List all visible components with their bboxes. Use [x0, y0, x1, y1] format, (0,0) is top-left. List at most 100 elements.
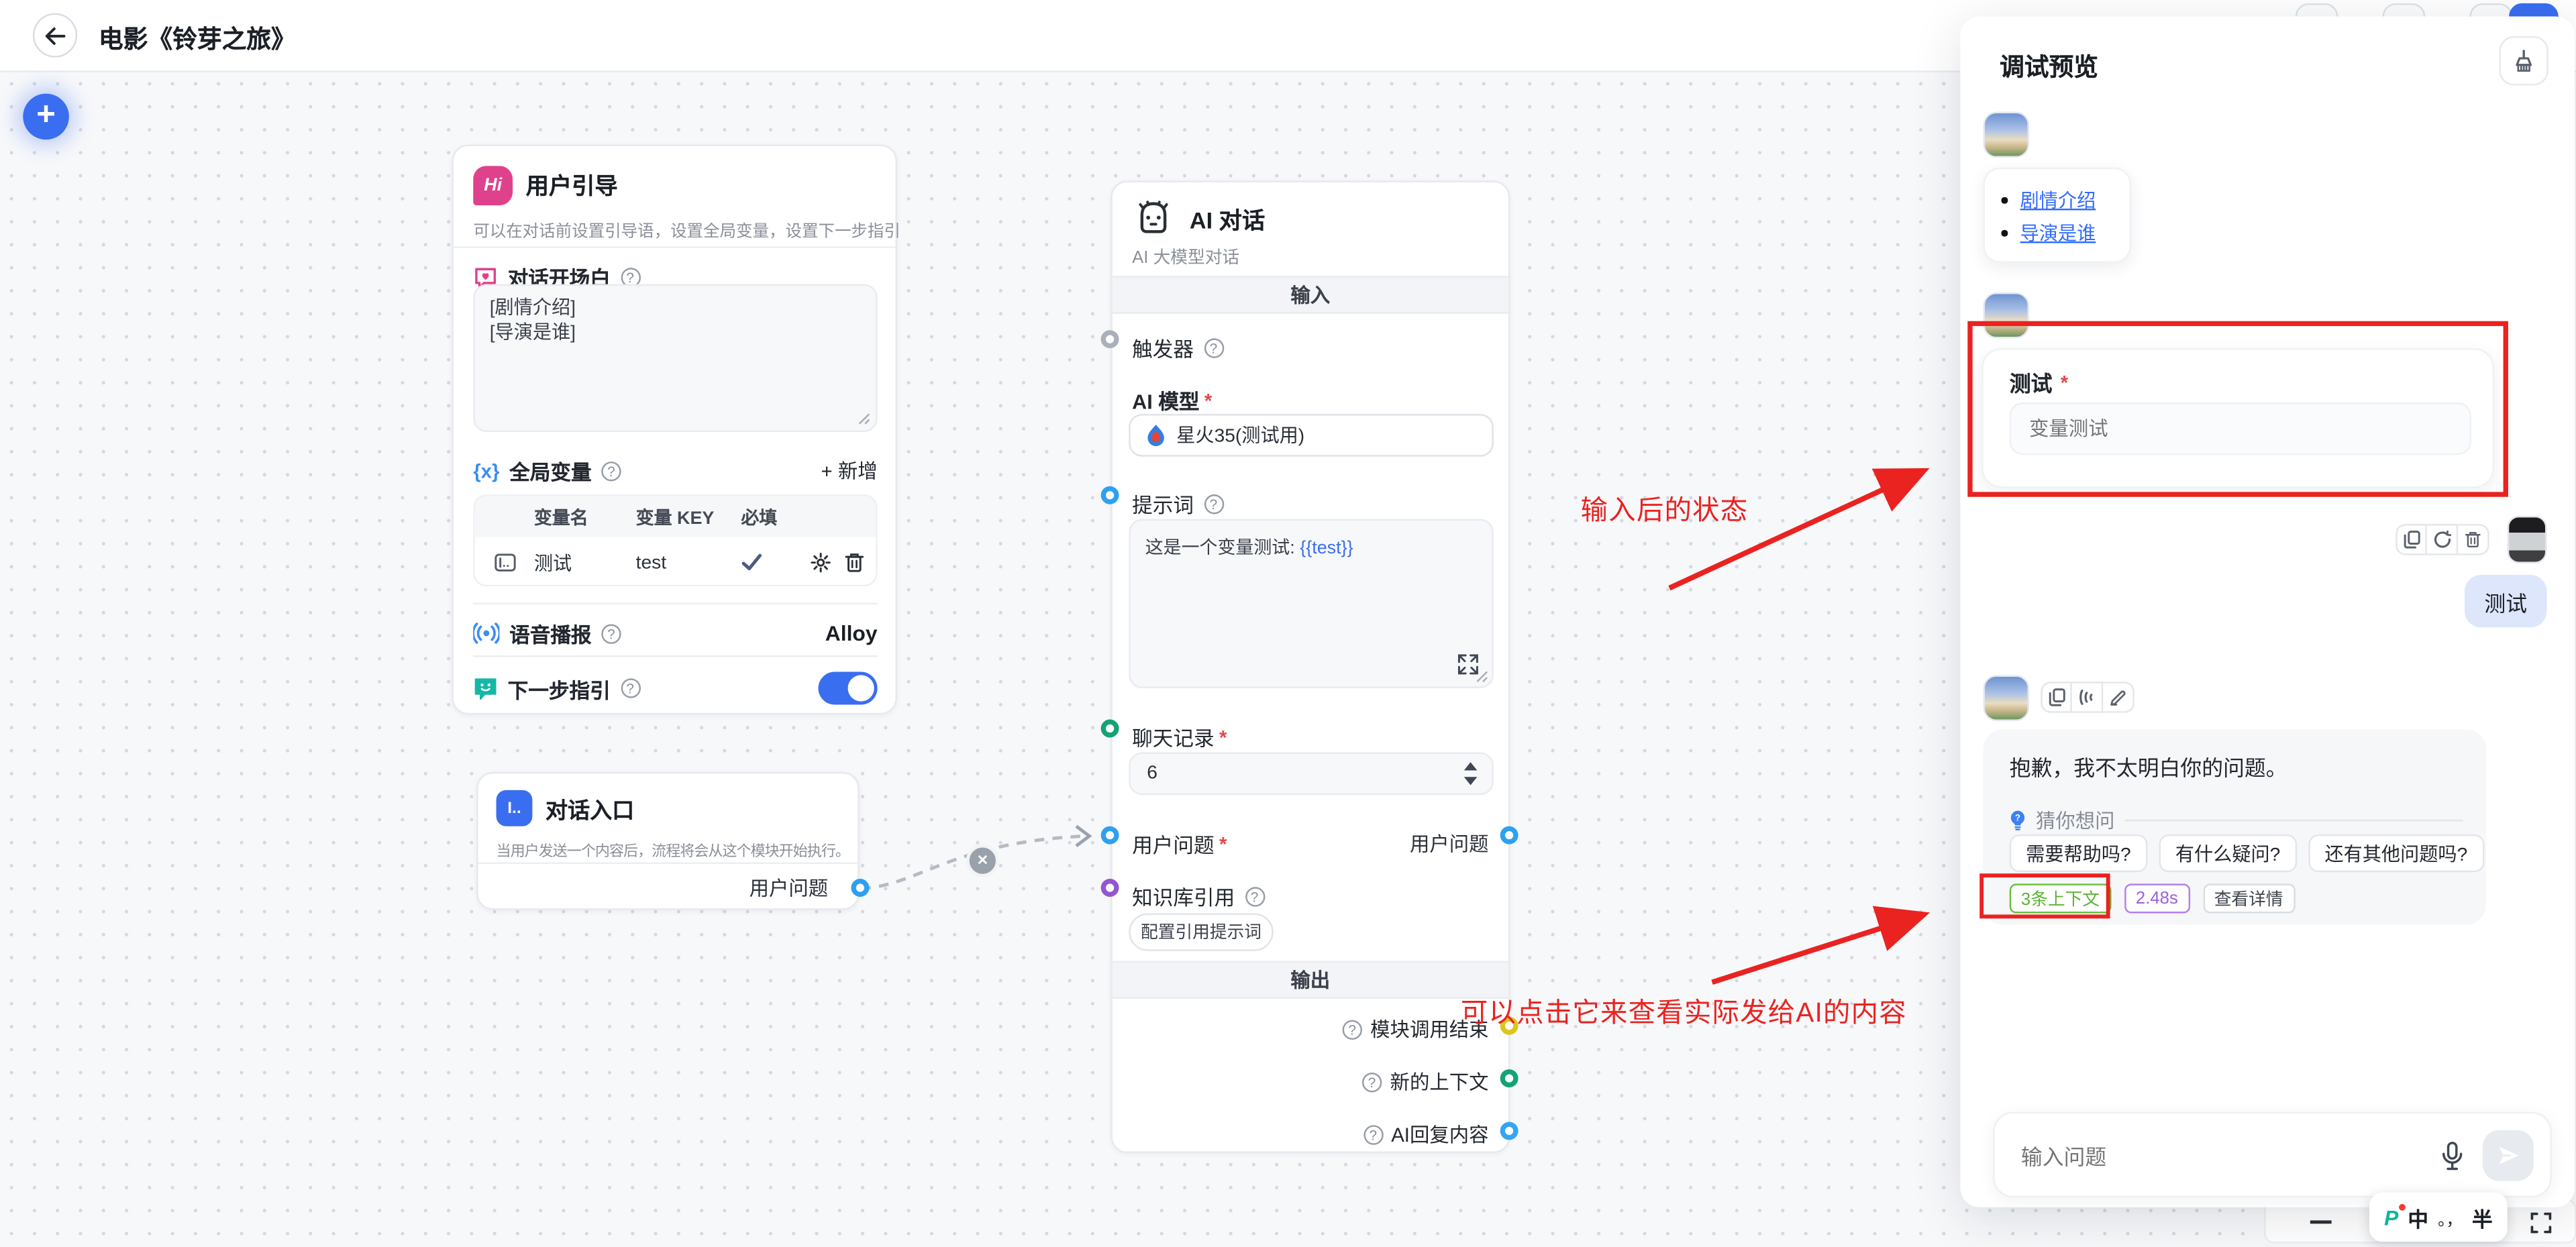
retry-button[interactable]: [2427, 524, 2459, 555]
next-guide-toggle[interactable]: [818, 672, 877, 705]
mic-icon[interactable]: [2442, 1142, 2463, 1171]
user-message-bubble: 测试: [2465, 575, 2546, 627]
suggestion-pill[interactable]: 需要帮助吗?: [2010, 834, 2147, 872]
add-variable-button[interactable]: + 新增: [821, 457, 878, 485]
trigger-label: 触发器: [1132, 332, 1194, 364]
port-prompt-in[interactable]: [1101, 486, 1119, 504]
entry-icon: I..: [497, 790, 533, 826]
history-label: 聊天记录: [1132, 721, 1214, 753]
refresh-icon: [2432, 531, 2451, 549]
stepper-down-icon[interactable]: [1464, 777, 1478, 785]
guess-label: 猜你想问: [2036, 806, 2115, 834]
bot-msg-actions: [2041, 682, 2134, 713]
lightbulb-icon: ?: [2010, 810, 2026, 831]
bot-avatar: [1983, 292, 2030, 339]
back-button[interactable]: [33, 13, 77, 58]
trash-icon: [2465, 531, 2481, 549]
history-input-wrap: [1129, 753, 1494, 796]
delete-button[interactable]: [2458, 524, 2489, 555]
port-history-in[interactable]: [1101, 720, 1119, 738]
latency-tag[interactable]: 2.48s: [2124, 883, 2189, 913]
opening-link[interactable]: 导演是谁: [2020, 220, 2096, 246]
variables-table: 变量名 变量 KEY 必填 测试 test: [473, 494, 877, 586]
next-guide-label: 下一步指引: [508, 673, 611, 704]
var-key: test: [636, 553, 741, 572]
opening-link[interactable]: 剧情介绍: [2020, 187, 2096, 213]
ime-width[interactable]: 半: [2472, 1201, 2493, 1233]
fullscreen-icon[interactable]: [2530, 1212, 2552, 1234]
zoom-out-icon[interactable]: [2310, 1220, 2332, 1224]
history-input[interactable]: [1131, 754, 1443, 794]
debug-preview-panel: 调试预览 剧情介绍 导演是谁 测试 * 测试: [1960, 16, 2575, 1207]
question-output-label: 用户问题: [1410, 830, 1489, 858]
hi-bubble-icon: Hi: [473, 166, 513, 205]
ime-mode[interactable]: 中: [2408, 1201, 2428, 1233]
model-select[interactable]: 星火35(测试用): [1129, 414, 1494, 457]
copy-button[interactable]: [2041, 682, 2072, 713]
required-check-icon: [741, 553, 762, 572]
node-desc: 可以在对话前设置引导语，设置全局变量，设置下一步指引: [473, 217, 879, 241]
kb-config-button[interactable]: 配置引用提示词: [1129, 913, 1273, 951]
help-icon[interactable]: ?: [1204, 337, 1223, 357]
divider: [2124, 820, 2463, 821]
clear-chat-button[interactable]: [2499, 36, 2548, 85]
chat-input-card: [1993, 1112, 2552, 1197]
tts-label: 语音播报: [509, 618, 591, 649]
help-icon[interactable]: ?: [1343, 1019, 1362, 1038]
suggestion-pill[interactable]: 还有其他问题吗?: [2308, 834, 2484, 872]
help-icon[interactable]: ?: [601, 623, 621, 643]
variable-settings-icon[interactable]: [810, 552, 831, 574]
connection-delete-icon[interactable]: ×: [966, 845, 999, 877]
help-icon[interactable]: ?: [601, 461, 621, 480]
tts-voice-value[interactable]: Alloy: [825, 621, 878, 646]
question-label: 用户问题: [1132, 828, 1214, 859]
variable-delete-icon[interactable]: [845, 552, 864, 574]
node-desc: 当用户发送一个内容后，流程将会从这个模块开始执行。: [497, 839, 845, 861]
port-question-in[interactable]: [1101, 826, 1119, 845]
ime-punct[interactable]: 。，: [2438, 1205, 2463, 1230]
prompt-label: 提示词: [1132, 488, 1194, 519]
prompt-textarea[interactable]: 这是一个变量测试: {{test}}: [1129, 519, 1494, 688]
opening-textarea[interactable]: [剧情介绍] [导演是谁]: [473, 284, 877, 432]
ime-logo-icon[interactable]: P: [2384, 1207, 2398, 1228]
copy-button[interactable]: [2395, 524, 2427, 555]
node-title: AI 对话: [1190, 204, 1265, 237]
reply-text: 抱歉，我不太明白你的问题。: [2010, 751, 2287, 782]
port-kb-in[interactable]: [1101, 879, 1119, 897]
port-reply-out[interactable]: [1500, 1122, 1518, 1140]
port-entry-question-out[interactable]: [851, 879, 869, 897]
read-aloud-button[interactable]: [2072, 682, 2104, 713]
edit-button[interactable]: [2103, 682, 2134, 713]
variable-test-input[interactable]: [2010, 402, 2471, 455]
input-type-icon: [494, 553, 515, 572]
help-icon[interactable]: ?: [1245, 886, 1264, 906]
stepper-up-icon[interactable]: [1464, 762, 1478, 770]
port-context-out[interactable]: [1500, 1069, 1518, 1087]
add-node-button[interactable]: +: [23, 94, 69, 140]
kb-label: 知识库引用: [1132, 881, 1235, 912]
suggestion-pill[interactable]: 有什么疑问?: [2159, 834, 2296, 872]
send-button[interactable]: [2483, 1130, 2534, 1181]
var-name: 测试: [534, 549, 636, 576]
user-msg-actions: [2395, 524, 2489, 555]
broom-icon: [2512, 48, 2535, 73]
help-icon[interactable]: ?: [1363, 1124, 1383, 1144]
model-value: 星火35(测试用): [1176, 422, 1304, 448]
help-icon[interactable]: ?: [1204, 494, 1223, 513]
port-question-out[interactable]: [1500, 826, 1518, 845]
help-icon[interactable]: ?: [620, 678, 639, 698]
help-icon[interactable]: ?: [1362, 1072, 1382, 1091]
detail-tag[interactable]: 查看详情: [2203, 883, 2295, 913]
sound-icon: [2077, 688, 2096, 706]
resize-handle[interactable]: [1476, 670, 1489, 684]
chat-input[interactable]: [2004, 1124, 2423, 1189]
context-count-tag[interactable]: 3条上下文: [2010, 883, 2111, 913]
copy-icon: [2048, 688, 2064, 706]
node-entry[interactable]: I.. 对话入口 当用户发送一个内容后，流程将会从这个模块开始执行。 用户问题: [476, 772, 860, 910]
resize-handle[interactable]: [858, 413, 871, 426]
node-ai-chat[interactable]: AI 对话 AI 大模型对话 输入 触发器 ? AI 模型* 星火35(测试用)…: [1111, 180, 1510, 1153]
node-user-guide[interactable]: Hi 用户引导 可以在对话前设置引导语，设置全局变量，设置下一步指引 对话开场白…: [452, 144, 897, 714]
send-icon: [2497, 1145, 2520, 1167]
port-trigger-in[interactable]: [1101, 330, 1119, 348]
back-arrow-icon: [44, 25, 66, 45]
